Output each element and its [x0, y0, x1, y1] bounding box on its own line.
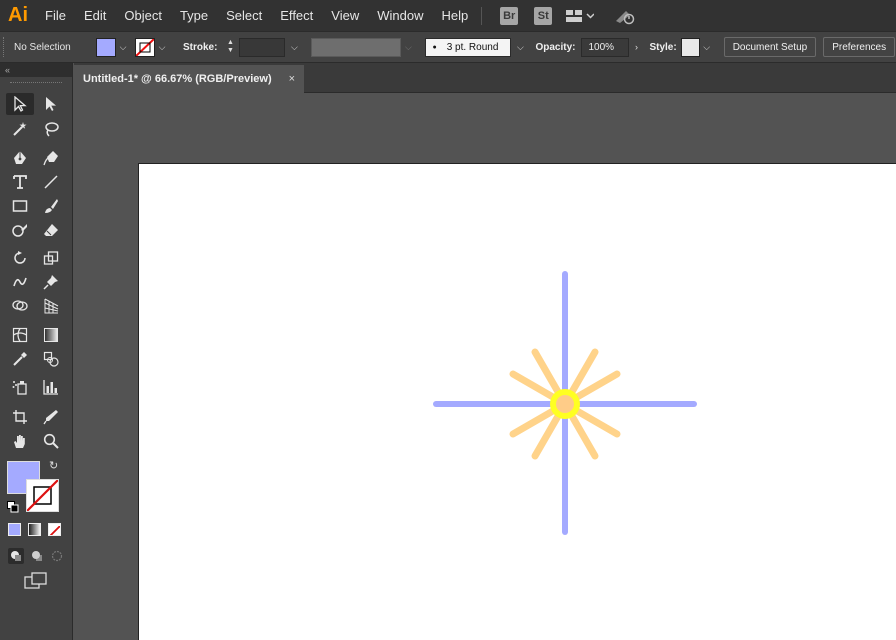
- panel-grip[interactable]: [10, 82, 62, 84]
- gradient-mode-button[interactable]: [28, 523, 41, 536]
- screen-mode-icon[interactable]: [24, 572, 48, 590]
- stroke-weight-field[interactable]: [239, 37, 286, 57]
- brush-dot-icon: ●: [432, 43, 437, 51]
- paintbrush-tool-icon[interactable]: [37, 195, 65, 217]
- draw-normal-icon[interactable]: [8, 548, 24, 564]
- canvas-area[interactable]: [74, 94, 896, 640]
- draw-inside-icon[interactable]: [49, 548, 65, 564]
- blend-tool-icon[interactable]: [37, 348, 65, 370]
- menu-object[interactable]: Object: [115, 8, 171, 23]
- opacity-field[interactable]: 100%: [581, 37, 630, 57]
- menu-divider: [481, 6, 483, 25]
- perspective-grid-tool-icon[interactable]: [37, 295, 65, 317]
- variable-width-profile[interactable]: [311, 37, 402, 57]
- document-setup-button[interactable]: Document Setup: [723, 37, 817, 57]
- control-bar-grip[interactable]: [3, 37, 9, 57]
- pen-tool-icon[interactable]: [6, 147, 34, 169]
- color-mode-button[interactable]: [8, 523, 21, 536]
- chevron-down-icon[interactable]: ⌵: [513, 38, 527, 57]
- stroke-weight-stepper[interactable]: ▲ ▼: [223, 38, 237, 57]
- chevron-right-icon[interactable]: ›: [629, 38, 643, 57]
- document-tab[interactable]: Untitled-1* @ 66.67% (RGB/Preview) ×: [74, 65, 304, 93]
- none-mode-button[interactable]: [48, 523, 61, 536]
- hand-tool-icon[interactable]: [6, 430, 34, 452]
- chevron-down-icon[interactable]: ⌵: [116, 38, 130, 57]
- artboard[interactable]: [138, 163, 896, 640]
- arrange-documents-icon[interactable]: [566, 9, 595, 23]
- line-segment-tool-icon[interactable]: [37, 171, 65, 193]
- warp-tool-icon[interactable]: [6, 271, 34, 293]
- fill-swatch[interactable]: [96, 37, 116, 57]
- menu-help[interactable]: Help: [432, 8, 477, 23]
- preferences-button[interactable]: Preferences: [823, 37, 896, 57]
- illustrator-window: Ai File Edit Object Type Select Effect V…: [0, 0, 896, 640]
- swap-fill-stroke-icon[interactable]: ↻: [49, 459, 58, 472]
- zoom-tool-icon[interactable]: [37, 430, 65, 452]
- mesh-tool-icon[interactable]: [6, 324, 34, 346]
- menu-bar: Ai File Edit Object Type Select Effect V…: [0, 0, 896, 31]
- app-logo: Ai: [8, 4, 28, 26]
- chevron-down-icon[interactable]: ⌵: [401, 38, 415, 57]
- magic-wand-tool-icon[interactable]: [6, 118, 34, 140]
- direct-selection-tool-icon[interactable]: [37, 93, 65, 115]
- brush-definition[interactable]: ● 3 pt. Round: [425, 37, 512, 57]
- menu-window[interactable]: Window: [368, 8, 432, 23]
- sun-center: [556, 395, 574, 413]
- chevron-down-icon[interactable]: ⌵: [287, 38, 301, 57]
- chevron-down-icon[interactable]: ⌵: [155, 38, 169, 57]
- eraser-tool-icon[interactable]: [37, 219, 65, 241]
- creative-cloud-sync-icon[interactable]: [614, 7, 636, 25]
- artboard-tool-icon[interactable]: [6, 406, 34, 428]
- default-colors-icon[interactable]: [7, 500, 19, 513]
- stroke-swatch[interactable]: [135, 37, 155, 57]
- menu-type[interactable]: Type: [171, 8, 217, 23]
- stroke-color-swatch[interactable]: [26, 479, 59, 512]
- brush-label: 3 pt. Round: [446, 41, 499, 53]
- close-icon[interactable]: ×: [289, 73, 295, 85]
- shape-builder-tool-icon[interactable]: [6, 295, 34, 317]
- control-bar: No Selection ⌵ ⌵ Stroke: ▲ ▼ ⌵ ⌵ ● 3 pt. …: [0, 31, 896, 63]
- eyedropper-tool-icon[interactable]: [6, 348, 34, 370]
- menu-view[interactable]: View: [322, 8, 368, 23]
- menu-file[interactable]: File: [36, 8, 75, 23]
- selection-status: No Selection: [14, 41, 71, 53]
- stroke-label: Stroke:: [183, 41, 218, 53]
- menu-effect[interactable]: Effect: [271, 8, 322, 23]
- opacity-label[interactable]: Opacity:: [535, 42, 575, 53]
- column-graph-tool-icon[interactable]: [37, 376, 65, 398]
- panel-collapse-icon[interactable]: «: [0, 63, 72, 77]
- document-tab-title: Untitled-1* @ 66.67% (RGB/Preview): [83, 73, 272, 85]
- lasso-tool-icon[interactable]: [37, 118, 65, 140]
- menu-edit[interactable]: Edit: [75, 8, 115, 23]
- bridge-button[interactable]: Br: [500, 6, 519, 25]
- curvature-tool-icon[interactable]: [37, 147, 65, 169]
- main-menu: File Edit Object Type Select Effect View…: [36, 0, 477, 31]
- selection-tool-icon[interactable]: [6, 93, 34, 115]
- stock-button[interactable]: St: [534, 6, 553, 25]
- symbol-sprayer-tool-icon[interactable]: [6, 376, 34, 398]
- draw-behind-icon[interactable]: [29, 548, 45, 564]
- scale-tool-icon[interactable]: [37, 247, 65, 269]
- rectangle-tool-icon[interactable]: [6, 195, 34, 217]
- gradient-tool-icon[interactable]: [37, 324, 65, 346]
- slice-tool-icon[interactable]: [37, 406, 65, 428]
- chevron-down-icon[interactable]: ⌵: [700, 38, 714, 57]
- type-tool-icon[interactable]: [6, 171, 34, 193]
- tools-panel: « ↻: [0, 63, 73, 640]
- rotate-tool-icon[interactable]: [6, 247, 34, 269]
- puppet-warp-tool-icon[interactable]: [37, 271, 65, 293]
- artwork[interactable]: [139, 164, 896, 640]
- shaper-tool-icon[interactable]: [6, 219, 34, 241]
- menu-select[interactable]: Select: [217, 8, 271, 23]
- graphic-style-swatch[interactable]: [680, 37, 700, 57]
- document-tab-bar: Untitled-1* @ 66.67% (RGB/Preview) ×: [74, 63, 896, 93]
- style-label: Style:: [649, 41, 677, 53]
